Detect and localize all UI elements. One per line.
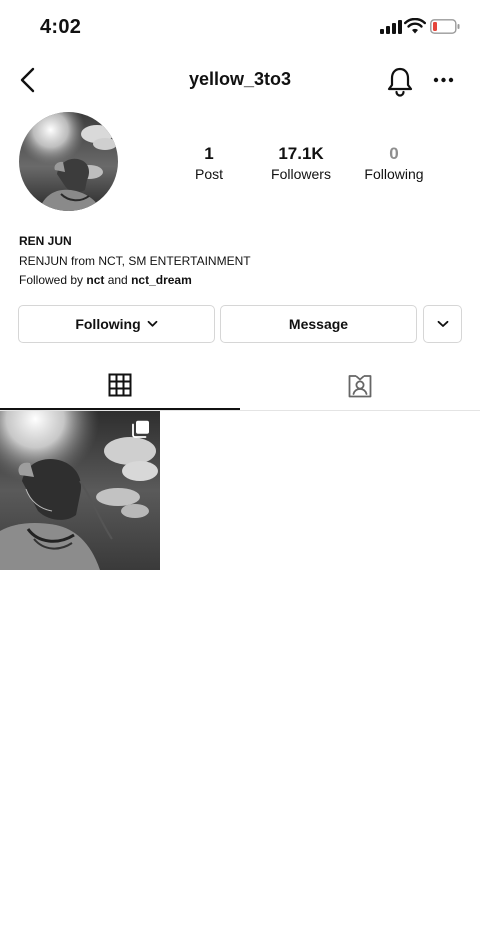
stat-following[interactable]: 0 Following xyxy=(344,144,444,182)
wifi-icon xyxy=(404,18,426,34)
followed-by-user-nct-dream[interactable]: nct_dream xyxy=(131,273,192,287)
chevron-down-icon xyxy=(147,320,158,327)
status-bar: 4:02 xyxy=(0,0,480,56)
profile-tabs xyxy=(0,362,480,411)
battery-low-icon xyxy=(430,19,460,34)
stat-followers[interactable]: 17.1K Followers xyxy=(251,144,351,182)
message-button-label: Message xyxy=(288,316,349,332)
bell-icon[interactable] xyxy=(386,65,414,97)
followers-label: Followers xyxy=(271,166,331,182)
followed-by-and: and xyxy=(104,273,132,287)
following-button[interactable]: Following xyxy=(18,305,215,343)
more-horizontal-icon[interactable] xyxy=(430,70,458,90)
following-button-label: Following xyxy=(75,316,141,332)
bio-name: REN JUN xyxy=(19,234,72,248)
followers-count: 17.1K xyxy=(278,144,324,163)
profile-bio: REN JUN RENJUN from NCT, SM ENTERTAINMEN… xyxy=(19,232,459,291)
followed-by-user-nct[interactable]: nct xyxy=(86,273,104,287)
chevron-down-icon xyxy=(437,320,448,327)
following-count: 0 xyxy=(389,144,399,163)
avatar-photo xyxy=(19,112,118,211)
bio-description: RENJUN from NCT, SM ENTERTAINMENT xyxy=(19,253,251,268)
cellular-signal-icon xyxy=(380,20,402,34)
followed-by-prefix: Followed by xyxy=(19,273,87,287)
profile-header: yellow_3to3 xyxy=(0,56,480,106)
post-thumbnail[interactable] xyxy=(0,411,160,570)
grid-icon xyxy=(108,373,132,397)
posts-label: Post xyxy=(194,166,223,182)
posts-count: 1 xyxy=(204,144,214,163)
following-label: Following xyxy=(364,166,424,182)
message-button[interactable]: Message xyxy=(220,305,417,343)
followed-by: Followed by nct and nct_dream xyxy=(19,271,459,291)
suggested-accounts-button[interactable] xyxy=(423,305,462,343)
status-time: 4:02 xyxy=(40,16,82,38)
tagged-person-icon xyxy=(348,374,372,397)
profile-avatar[interactable] xyxy=(19,112,118,211)
tab-tagged[interactable] xyxy=(240,362,480,409)
stat-posts[interactable]: 1 Post xyxy=(159,144,259,182)
tab-posts-grid[interactable] xyxy=(0,362,240,410)
carousel-icon xyxy=(132,420,149,438)
